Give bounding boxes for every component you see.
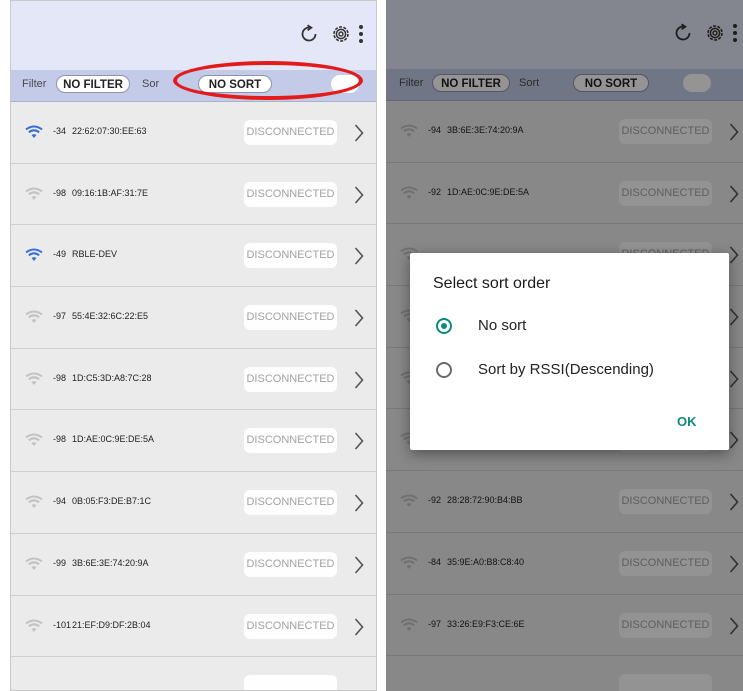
connection-status-button[interactable]: DISCONNECTED bbox=[244, 490, 337, 516]
wifi-signal-icon bbox=[25, 372, 43, 391]
sort-dialog-screen: Filter NO FILTER Sort NO SORT -94 3B:6E:3… bbox=[386, 0, 743, 691]
app-toolbar bbox=[11, 1, 376, 70]
device-row[interactable]: -49 RBLE-DEV DISCONNECTED bbox=[11, 225, 376, 288]
chevron-right-icon[interactable] bbox=[354, 556, 364, 579]
rssi-value: -98 bbox=[53, 434, 67, 445]
chevron-right-icon[interactable] bbox=[354, 186, 364, 209]
no-sort-radio[interactable] bbox=[436, 318, 452, 334]
wifi-signal-icon bbox=[25, 433, 43, 452]
sort-label: Sor bbox=[142, 78, 160, 90]
device-address: 3B:6E:3E:74:20:9A bbox=[72, 557, 149, 568]
rssi-value: -98 bbox=[53, 372, 67, 383]
filter-label: Filter bbox=[22, 78, 47, 90]
device-list-screen: Filter NO FILTER Sor NO SORT -34 22:62:07… bbox=[10, 0, 377, 691]
sort-order-dialog: Select sort order No sort Sort by RSSI(D… bbox=[410, 253, 729, 450]
rssi-value: -34 bbox=[53, 126, 67, 136]
chevron-right-icon[interactable] bbox=[354, 617, 364, 641]
device-address: 55:4E:32:6C:22:E5 bbox=[72, 311, 149, 322]
wifi-signal-icon bbox=[25, 495, 43, 514]
scan-toggle[interactable] bbox=[331, 75, 359, 93]
rssi-value: -98 bbox=[53, 187, 67, 198]
rssi-value: -94 bbox=[53, 496, 67, 507]
connection-status-button[interactable]: DISCONNECTED bbox=[244, 366, 337, 392]
connection-status-button[interactable]: DISCONNECTED bbox=[244, 181, 337, 207]
filter-sort-bar: Filter NO FILTER Sor NO SORT bbox=[11, 70, 376, 102]
device-address: 21:EF:D9:DF:2B:04 bbox=[72, 619, 151, 630]
chevron-right-icon[interactable] bbox=[354, 371, 364, 394]
device-address: RBLE-DEV bbox=[72, 249, 118, 260]
device-address: 09:16:1B:AF:31:7E bbox=[72, 187, 149, 198]
chevron-right-icon[interactable] bbox=[354, 309, 364, 332]
device-row[interactable]: -97 55:4E:32:6C:22:E5 DISCONNECTED bbox=[11, 287, 376, 349]
ok-button[interactable]: OK bbox=[677, 414, 697, 429]
filter-button[interactable]: NO FILTER bbox=[56, 75, 130, 93]
device-row[interactable]: -98 1D:AE:0C:9E:DE:5A DISCONNECTED bbox=[11, 410, 376, 473]
chevron-right-icon[interactable] bbox=[354, 247, 364, 270]
connection-status-button[interactable]: DISCONNECTED bbox=[244, 551, 337, 577]
device-address: 1D:C5:3D:A8:7C:28 bbox=[72, 372, 152, 383]
connection-status-button[interactable]: DISCONNECTED bbox=[244, 120, 337, 145]
device-address: 0B:05:F3:DE:B7:1C bbox=[72, 496, 152, 507]
wifi-signal-icon bbox=[25, 310, 43, 329]
sort-rssi-radio[interactable] bbox=[436, 362, 452, 378]
rssi-value: -49 bbox=[53, 249, 67, 260]
sort-button[interactable]: NO SORT bbox=[198, 75, 272, 93]
more-options-icon[interactable] bbox=[355, 22, 367, 46]
chevron-right-icon[interactable] bbox=[354, 432, 364, 455]
device-row-partial[interactable] bbox=[11, 657, 376, 690]
connection-status-button[interactable]: DISCONNECTED bbox=[244, 613, 337, 639]
rssi-value: -101 bbox=[53, 619, 72, 630]
rssi-value: -97 bbox=[53, 311, 67, 322]
wifi-signal-icon bbox=[25, 619, 43, 638]
rssi-value: -99 bbox=[53, 557, 67, 568]
device-address: 22:62:07:30:EE:63 bbox=[72, 126, 147, 136]
refresh-icon[interactable] bbox=[297, 22, 321, 46]
connection-status-button[interactable] bbox=[244, 675, 337, 690]
chevron-right-icon[interactable] bbox=[354, 124, 364, 147]
wifi-signal-icon bbox=[25, 557, 43, 576]
device-address: 1D:AE:0C:9E:DE:5A bbox=[72, 434, 155, 445]
device-row[interactable]: -98 1D:C5:3D:A8:7C:28 DISCONNECTED bbox=[11, 349, 376, 411]
connection-status-button[interactable]: DISCONNECTED bbox=[244, 243, 337, 269]
device-row[interactable]: -99 3B:6E:3E:74:20:9A DISCONNECTED bbox=[11, 534, 376, 596]
gear-icon[interactable] bbox=[329, 22, 353, 46]
sort-rssi-option-label[interactable]: Sort by RSSI(Descending) bbox=[478, 361, 654, 378]
dialog-title: Select sort order bbox=[433, 275, 551, 292]
wifi-signal-icon bbox=[25, 248, 43, 267]
no-sort-option-label[interactable]: No sort bbox=[478, 317, 526, 334]
connection-status-button[interactable]: DISCONNECTED bbox=[244, 305, 337, 331]
device-list: -34 22:62:07:30:EE:63 DISCONNECTED -98 09:16… bbox=[11, 102, 376, 690]
device-row[interactable]: -101 21:EF:D9:DF:2B:04 DISCONNECTED bbox=[11, 596, 376, 658]
chevron-right-icon[interactable] bbox=[354, 494, 364, 517]
wifi-signal-icon bbox=[25, 125, 43, 144]
device-row[interactable]: -34 22:62:07:30:EE:63 DISCONNECTED bbox=[11, 102, 376, 164]
connection-status-button[interactable]: DISCONNECTED bbox=[244, 428, 337, 454]
device-row[interactable]: -98 09:16:1B:AF:31:7E DISCONNECTED bbox=[11, 164, 376, 226]
device-row[interactable]: -94 0B:05:F3:DE:B7:1C DISCONNECTED bbox=[11, 472, 376, 534]
wifi-signal-icon bbox=[25, 187, 43, 206]
